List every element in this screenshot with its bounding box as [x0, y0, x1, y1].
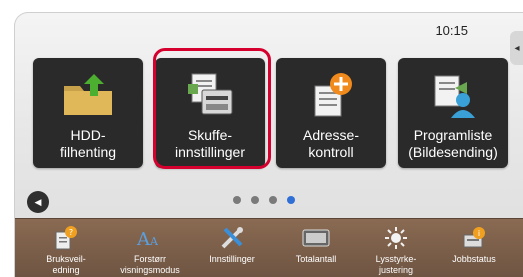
- enlarge-display-button[interactable]: A A Forstørr visningsmodus: [119, 223, 181, 276]
- tools-icon: [201, 223, 263, 253]
- side-panel-tab[interactable]: ◂: [510, 31, 523, 65]
- device-frame: 10:15 ◂ HDD- filhenting Skuffe- innstill…: [0, 0, 523, 277]
- previous-page-button[interactable]: ◀: [27, 191, 49, 213]
- brightness-button[interactable]: Lysstyrke- justering: [365, 223, 427, 276]
- text-size-icon: A A: [119, 223, 181, 253]
- folder-arrow-icon: [33, 72, 143, 118]
- job-status-button[interactable]: i Jobbstatus: [443, 223, 505, 265]
- bar-label: Jobbstatus: [452, 254, 496, 264]
- manual-button[interactable]: ? Bruksveil- edning: [35, 223, 97, 276]
- page-dot[interactable]: [269, 196, 277, 204]
- settings-button[interactable]: Innstillinger: [201, 223, 263, 265]
- page-dot[interactable]: [251, 196, 259, 204]
- svg-text:i: i: [478, 229, 480, 238]
- bar-label: Forstørr visningsmodus: [120, 254, 180, 275]
- document-user-icon: [398, 72, 508, 118]
- document-add-icon: [276, 72, 386, 118]
- total-count-button[interactable]: Totalantall: [285, 223, 347, 265]
- tile-address-control[interactable]: Adresse- kontroll: [276, 58, 386, 168]
- tile-label: Adresse- kontroll: [302, 127, 360, 160]
- bar-label: Totalantall: [295, 254, 337, 264]
- brightness-icon: [365, 223, 427, 253]
- touch-screen: 10:15 ◂ HDD- filhenting Skuffe- innstill…: [14, 12, 523, 277]
- tile-label: Programliste (Bildesending): [408, 127, 498, 160]
- bar-label: Bruksveil- edning: [46, 254, 86, 275]
- page-dot-active[interactable]: [287, 196, 295, 204]
- manual-icon: ?: [35, 223, 97, 253]
- selection-highlight: [153, 48, 271, 169]
- page-dot[interactable]: [233, 196, 241, 204]
- job-status-icon: i: [443, 223, 505, 253]
- svg-text:A: A: [149, 235, 159, 248]
- tile-hdd-retrieval[interactable]: HDD- filhenting: [33, 58, 143, 168]
- tile-label: HDD- filhenting: [59, 127, 117, 160]
- bottom-action-bar: ? Bruksveil- edning A A Forstørr visning…: [15, 218, 523, 277]
- bar-label: Innstillinger: [209, 254, 255, 264]
- page-indicator: [233, 196, 295, 204]
- svg-text:A: A: [136, 229, 151, 250]
- clock: 10:15: [435, 23, 468, 38]
- tile-program-list[interactable]: Programliste (Bildesending): [398, 58, 508, 168]
- svg-text:?: ?: [69, 228, 73, 237]
- bar-label: Lysstyrke- justering: [375, 254, 417, 275]
- counter-icon: [285, 223, 347, 253]
